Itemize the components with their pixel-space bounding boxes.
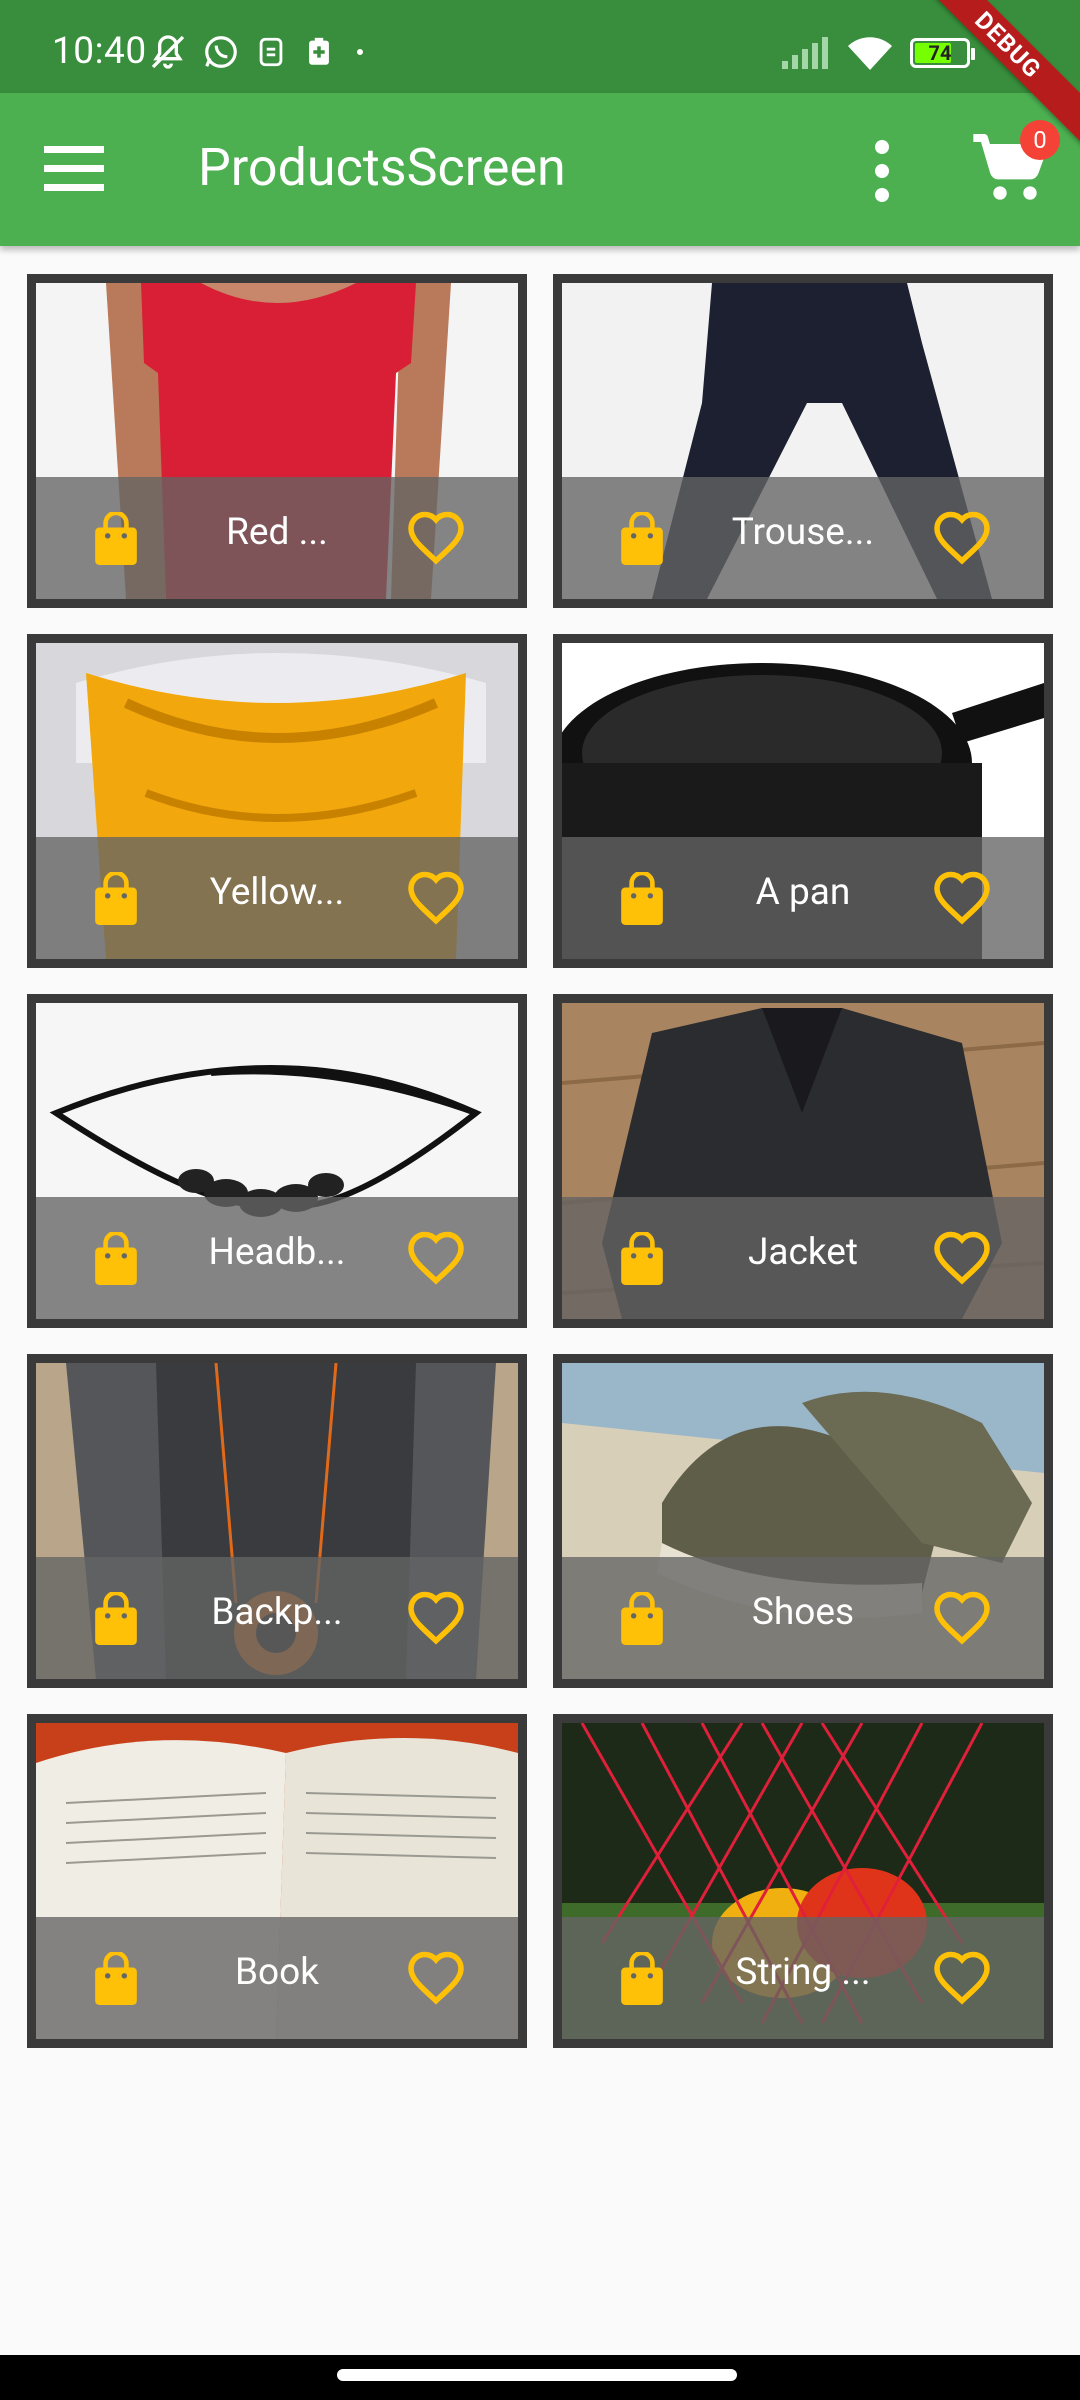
battery-icon: 74 <box>910 38 975 68</box>
favorite-border-icon[interactable] <box>406 1589 466 1645</box>
shopping-bag-icon[interactable] <box>91 1232 141 1288</box>
product-title: Trouse... <box>731 511 875 554</box>
hamburger-icon <box>44 146 104 191</box>
favorite-border-icon[interactable] <box>406 509 466 565</box>
battery-saver-icon <box>302 33 336 71</box>
favorite-border-icon[interactable] <box>932 1949 992 2005</box>
card-footer: Jacket <box>562 1197 1044 1319</box>
product-card[interactable]: Yellow... <box>27 634 527 968</box>
product-title: Headb... <box>208 1231 346 1274</box>
system-nav-bar <box>0 2355 1080 2400</box>
status-time: 10:40 <box>52 30 147 73</box>
shopping-bag-icon[interactable] <box>617 512 667 568</box>
product-card[interactable]: Book <box>27 1714 527 2048</box>
shopping-bag-icon[interactable] <box>91 1952 141 2008</box>
product-title: Shoes <box>751 1591 855 1634</box>
status-bar: 10:40 74 <box>0 0 1080 93</box>
product-card[interactable]: Backp... <box>27 1354 527 1688</box>
whatsapp-icon <box>202 33 240 71</box>
favorite-border-icon[interactable] <box>932 509 992 565</box>
favorite-border-icon[interactable] <box>932 1589 992 1645</box>
product-title: String ... <box>735 1951 871 1994</box>
product-title: Book <box>234 1951 319 1994</box>
page-title: ProductsScreen <box>198 137 566 198</box>
notification-dot-icon <box>350 42 370 62</box>
card-footer: Trouse... <box>562 477 1044 599</box>
card-footer: Red ... <box>36 477 518 599</box>
card-footer: String ... <box>562 1917 1044 2039</box>
favorite-border-icon[interactable] <box>406 1229 466 1285</box>
product-card[interactable]: Jacket <box>553 994 1053 1328</box>
card-footer: Backp... <box>36 1557 518 1679</box>
product-title: A pan <box>755 871 851 914</box>
shopping-bag-icon[interactable] <box>617 872 667 928</box>
signal-icon <box>780 35 830 71</box>
more-options-button[interactable] <box>857 131 907 211</box>
product-card[interactable]: Headb... <box>27 994 527 1328</box>
wifi-icon <box>846 34 894 72</box>
product-title: Backp... <box>211 1591 343 1634</box>
product-card[interactable]: A pan <box>553 634 1053 968</box>
cart-button[interactable]: 0 <box>970 120 1060 208</box>
card-footer: Headb... <box>36 1197 518 1319</box>
shopping-bag-icon[interactable] <box>617 1592 667 1648</box>
sim-icon <box>254 33 288 71</box>
shopping-bag-icon[interactable] <box>91 1592 141 1648</box>
product-card[interactable]: String ... <box>553 1714 1053 2048</box>
shopping-bag-icon[interactable] <box>91 872 141 928</box>
product-title: Red ... <box>226 511 328 554</box>
product-card[interactable]: Trouse... <box>553 274 1053 608</box>
product-grid: Red ... Trouse... Yellow... A pan Headb.… <box>27 274 1053 2048</box>
shopping-bag-icon[interactable] <box>91 512 141 568</box>
more-vert-icon <box>875 140 889 202</box>
card-footer: A pan <box>562 837 1044 959</box>
card-footer: Yellow... <box>36 837 518 959</box>
mute-icon <box>148 32 188 72</box>
favorite-border-icon[interactable] <box>406 1949 466 2005</box>
product-title: Jacket <box>747 1231 859 1274</box>
product-title: Yellow... <box>209 871 345 914</box>
favorite-border-icon[interactable] <box>932 869 992 925</box>
shopping-bag-icon[interactable] <box>617 1952 667 2008</box>
favorite-border-icon[interactable] <box>406 869 466 925</box>
card-footer: Shoes <box>562 1557 1044 1679</box>
home-gesture-handle[interactable] <box>337 2369 737 2381</box>
menu-button[interactable] <box>40 138 110 200</box>
app-bar: ProductsScreen 0 <box>0 93 1080 246</box>
product-card[interactable]: Shoes <box>553 1354 1053 1688</box>
product-card[interactable]: Red ... <box>27 274 527 608</box>
card-footer: Book <box>36 1917 518 2039</box>
cart-count-badge: 0 <box>1020 120 1060 160</box>
shopping-bag-icon[interactable] <box>617 1232 667 1288</box>
favorite-border-icon[interactable] <box>932 1229 992 1285</box>
